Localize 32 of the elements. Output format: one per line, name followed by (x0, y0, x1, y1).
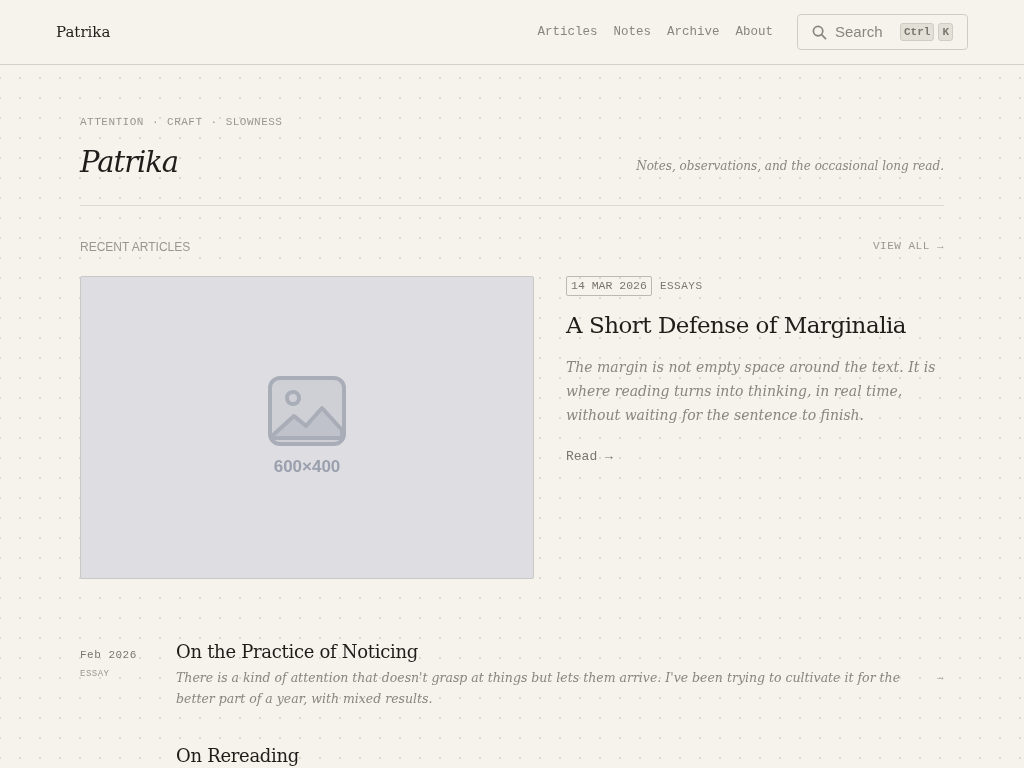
section-heading: RECENT ARTICLES (80, 239, 191, 257)
search-icon (812, 24, 827, 40)
nav-link[interactable]: Notes (613, 22, 651, 42)
category-label: ESSAY (80, 667, 111, 681)
arrow-icon: → (936, 669, 944, 686)
tag-separator: · (151, 115, 160, 130)
nav-link[interactable]: About (735, 22, 773, 42)
category-label: ESSAYS (659, 278, 703, 294)
keyboard-key: Ctrl (900, 22, 935, 42)
article-excerpt: The margin is not empty space around the text. It is where reading turns into thinking, in real time, without waiting for the sentence to finish. (566, 358, 937, 426)
topic-tag[interactable]: CRAFT (167, 114, 203, 131)
site-title: Patrika (80, 144, 179, 180)
topic-tag[interactable]: ATTENTION (80, 114, 144, 131)
topic-tag[interactable]: SLOWNESS (225, 114, 283, 131)
search-placeholder: Search (835, 21, 883, 42)
view-all-link[interactable]: VIEW ALL → (873, 238, 944, 257)
article-title[interactable]: A Short Defense of Marginalia (566, 311, 938, 340)
site-logo[interactable]: Patrika (56, 20, 111, 44)
read-link[interactable]: Read → (566, 449, 613, 465)
keyboard-key: K (938, 22, 953, 42)
article-title[interactable]: On the Practice of Noticing (176, 641, 937, 663)
article-date: Feb 2026 (80, 648, 138, 664)
article-title[interactable]: On Rereading (176, 744, 944, 767)
image-size-label: 600×400 (273, 456, 341, 479)
nav-link[interactable]: Archive (666, 22, 720, 42)
article-excerpt: There is a kind of attention that doesn't grasp at things but lets them arrive. I've been trying to cultivate it for the better part of a year, with mixed results. (176, 668, 902, 708)
image-icon (268, 376, 346, 447)
tagline: Notes, observations, and the occasional long read. (636, 158, 944, 176)
search-field[interactable]: Search Ctrl K (797, 14, 968, 50)
tag-separator: · (210, 115, 218, 130)
date-tag: 14 MAR 2026 (566, 276, 652, 296)
nav-link[interactable]: Articles (537, 22, 598, 42)
